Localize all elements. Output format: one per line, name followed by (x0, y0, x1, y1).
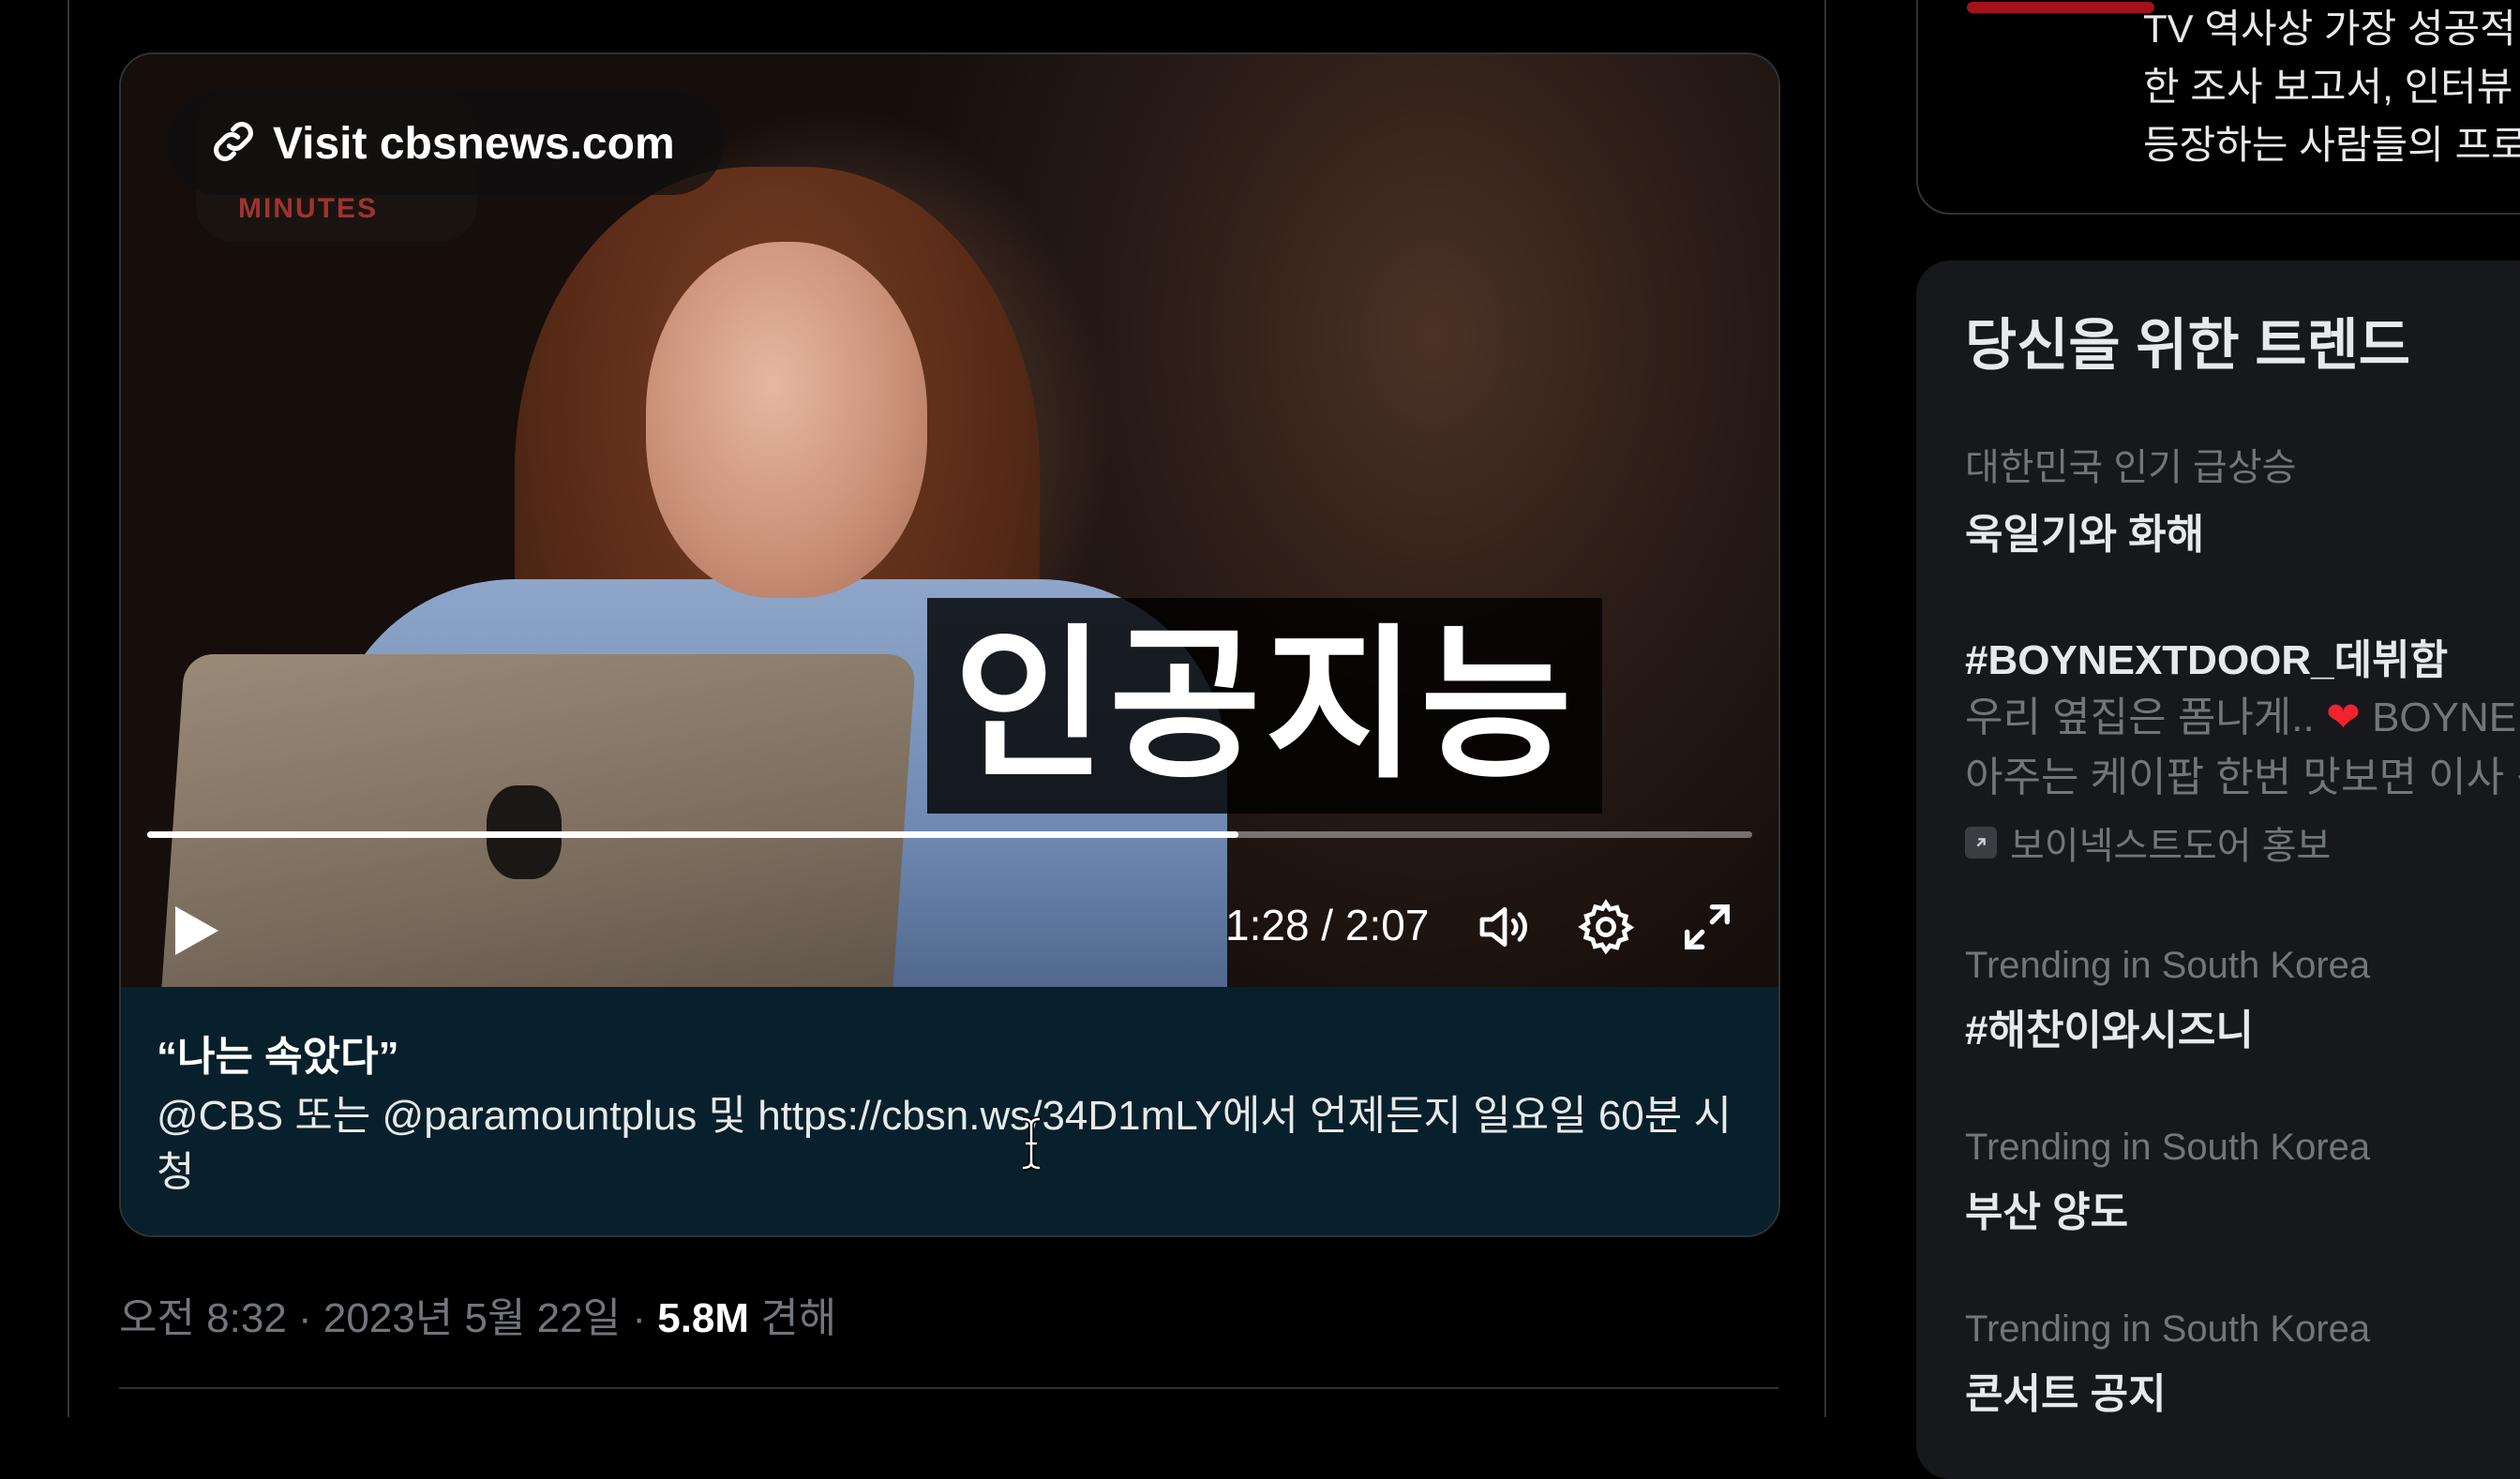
video-progress-fill (147, 831, 1239, 838)
text-cursor-icon (1022, 1116, 1041, 1171)
visit-site-label: Visit cbsnews.com (273, 118, 675, 169)
video-caption-text: 인공지능 (953, 614, 1576, 798)
card-title: “나는 속았다” (157, 1034, 399, 1080)
trend-name: 콘서트 공지 (1965, 1371, 2167, 1417)
trend-desc-text: BOYNE (2360, 695, 2517, 740)
news-card-line: TV 역사상 가장 성공적 (2143, 7, 2516, 51)
visit-site-button[interactable]: Visit cbsnews.com (168, 92, 724, 195)
play-button[interactable] (158, 893, 233, 968)
tweet-timestamp[interactable]: 오전 8:32 · 2023년 5월 22일 · (119, 1295, 657, 1341)
fullscreen-button[interactable] (1673, 893, 1741, 961)
left-column-border (68, 0, 69, 1417)
video-time: 1:28 / 2:07 (1225, 901, 1430, 949)
trends-title: 당신을 위한 트렌드 (1965, 314, 2410, 377)
view-label: 견해 (749, 1295, 837, 1341)
video-card[interactable]: MINUTES Visit cbsnews.com 인공지능 1:28 / 2:… (119, 52, 1780, 1237)
view-count: 5.8M (657, 1295, 750, 1341)
gear-icon (1578, 899, 1635, 955)
trends-panel: 당신을 위한 트렌드 대한민국 인기 급상승 욱일기와 화해 #BOYNEXTD… (1916, 261, 2520, 1479)
logo-minutes-text: MINUTES (238, 193, 378, 224)
volume-button[interactable] (1471, 893, 1538, 961)
trend-name: 욱일기와 화해 (1965, 512, 2205, 558)
news-card[interactable]: TV 역사상 가장 성공적 한 조사 보고서, 인터뷰 등장하는 사람들의 프로 (1916, 0, 2520, 215)
tweet-divider (119, 1387, 1778, 1389)
news-card-text: TV 역사상 가장 성공적 한 조사 보고서, 인터뷰 등장하는 사람들의 프로 (2143, 0, 2520, 174)
news-card-line: 한 조사 보고서, 인터뷰 (2143, 65, 2513, 109)
promoted-label: 보이넥스트도어 홍보 (1965, 815, 2520, 870)
trend-item[interactable]: #BOYNEXTDOOR_데뷔함 우리 옆집은 폼나게.. ❤ BOYNE 아주… (1965, 626, 2520, 870)
tweet-meta: 오전 8:32 · 2023년 5월 22일 · 5.8M 견해 (119, 1284, 836, 1344)
trend-item[interactable]: Trending in South Korea 부산 양도 (1965, 1127, 2520, 1238)
trend-context: 대한민국 인기 급상승 (1965, 447, 2297, 488)
trend-description: 우리 옆집은 폼나게.. ❤ BOYNE (1965, 690, 2520, 746)
card-footer[interactable]: “나는 속았다” @CBS 또는 @paramountplus 및 https:… (121, 987, 1778, 1235)
trend-context: Trending in South Korea (1965, 1127, 2371, 1168)
trend-name: 부산 양도 (1965, 1189, 2129, 1235)
trend-description-line2: 아주는 케이팝 한번 맛보면 이사 걱 (1965, 754, 2520, 800)
fullscreen-icon (1685, 904, 1730, 949)
video-progress-bar[interactable] (147, 831, 1752, 838)
trend-context: Trending in South Korea (1965, 945, 2371, 986)
trend-context: Trending in South Korea (1965, 1308, 2371, 1350)
video-caption: 인공지능 (927, 598, 1602, 814)
trend-item[interactable]: Trending in South Korea 콘서트 공지 (1965, 1308, 2520, 1420)
play-icon (175, 906, 218, 955)
middle-column-border (1824, 0, 1826, 1417)
volume-icon (1479, 906, 1527, 948)
link-icon (207, 115, 260, 172)
trend-name: #해찬이와시즈니 (1965, 1008, 2254, 1053)
card-description: @CBS 또는 @paramountplus 및 https://cbsn.ws… (157, 1093, 1732, 1195)
settings-button[interactable] (1572, 893, 1640, 961)
promoted-icon (1965, 827, 1997, 859)
news-card-thumbnail (1967, 2, 2154, 13)
heart-icon: ❤ (2325, 695, 2361, 740)
news-card-line: 등장하는 사람들의 프로 (2143, 123, 2520, 167)
promoted-text: 보이넥스트도어 홍보 (2010, 826, 2332, 867)
video-player[interactable]: MINUTES Visit cbsnews.com 인공지능 1:28 / 2:… (121, 54, 1778, 987)
trend-item[interactable]: 대한민국 인기 급상승 욱일기와 화해 (1965, 437, 2520, 560)
trend-item[interactable]: Trending in South Korea #해찬이와시즈니 (1965, 945, 2520, 1056)
video-frame-face (646, 242, 927, 598)
trend-name: #BOYNEXTDOOR_데뷔함 (1965, 637, 2449, 683)
trend-desc-text: 우리 옆집은 폼나게.. (1965, 695, 2326, 740)
